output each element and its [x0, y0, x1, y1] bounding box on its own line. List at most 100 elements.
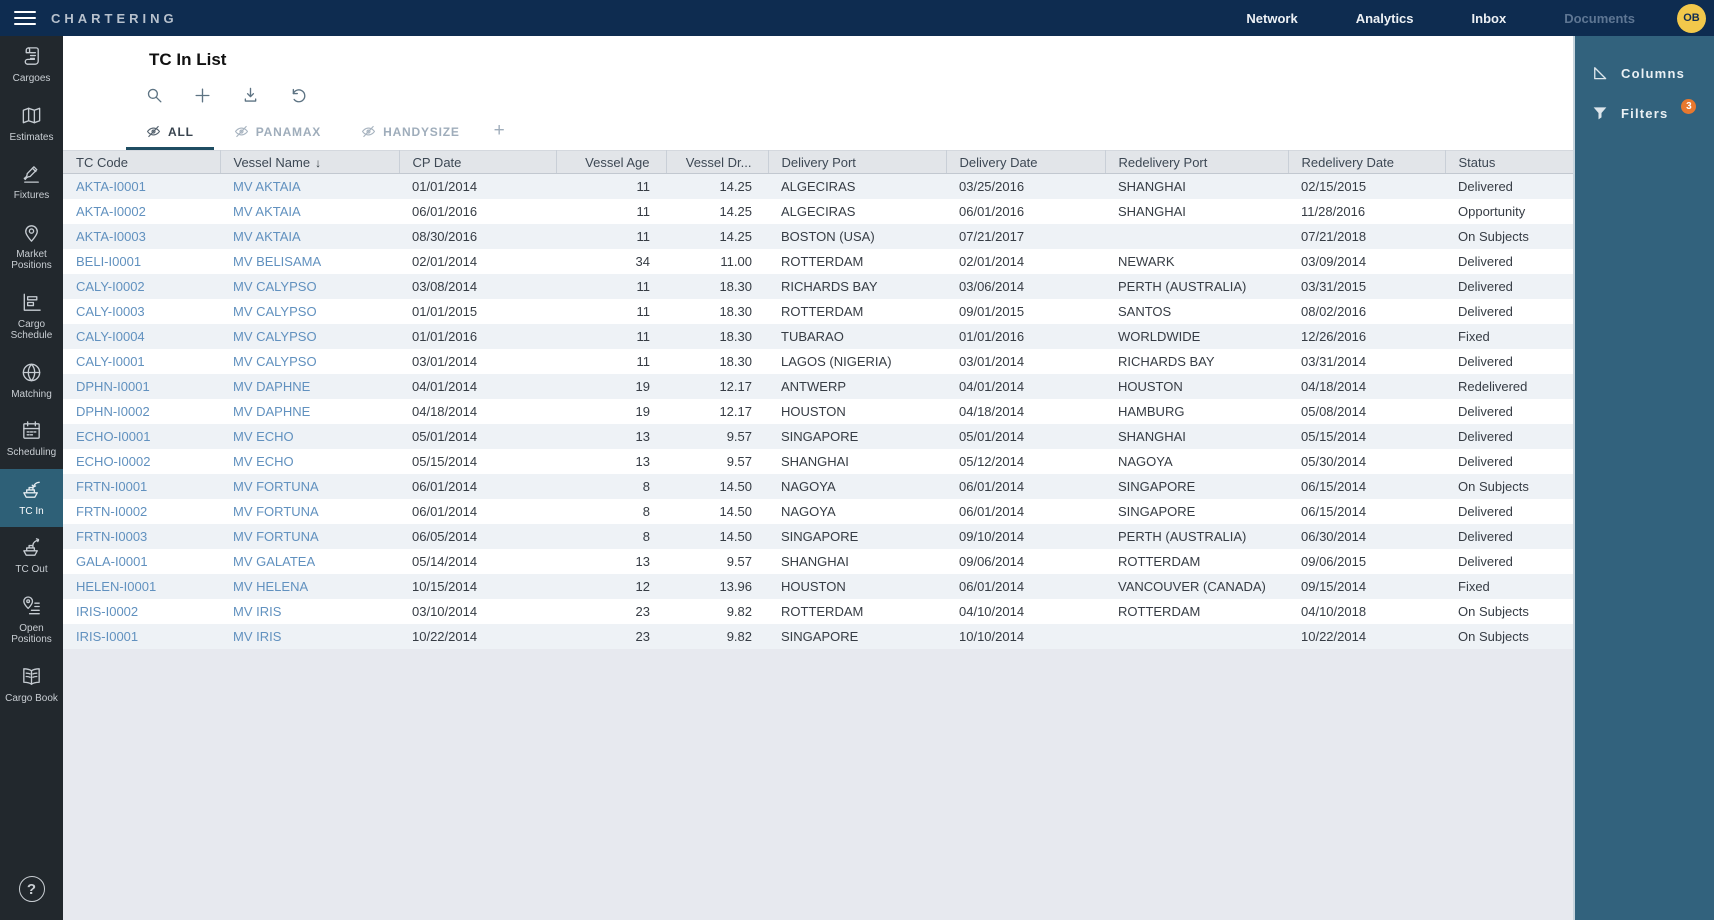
- vessel-name-link[interactable]: MV BELISAMA: [233, 254, 321, 269]
- add-tab-button[interactable]: +: [480, 118, 519, 150]
- tc-code-link[interactable]: CALY-I0003: [76, 304, 145, 319]
- column-header-tc-code[interactable]: TC Code: [63, 151, 220, 174]
- vessel-name-link[interactable]: MV GALATEA: [233, 554, 315, 569]
- tc-code-link[interactable]: BELI-I0001: [76, 254, 141, 269]
- table-row[interactable]: AKTA-I0001MV AKTAIA01/01/20141114.25ALGE…: [63, 174, 1573, 199]
- table-row[interactable]: IRIS-I0002MV IRIS03/10/2014239.82ROTTERD…: [63, 599, 1573, 624]
- table-row[interactable]: CALY-I0001MV CALYPSO03/01/20141118.30LAG…: [63, 349, 1573, 374]
- tc-code-link[interactable]: HELEN-I0001: [76, 579, 156, 594]
- table-row[interactable]: IRIS-I0001MV IRIS10/22/2014239.82SINGAPO…: [63, 624, 1573, 649]
- panel-item-filters[interactable]: Filters3: [1575, 96, 1714, 130]
- cell-delivery-port: SINGAPORE: [768, 524, 946, 549]
- add-button[interactable]: [189, 82, 215, 108]
- table-row[interactable]: CALY-I0002MV CALYPSO03/08/20141118.30RIC…: [63, 274, 1573, 299]
- tc-code-link[interactable]: DPHN-I0002: [76, 404, 150, 419]
- table-row[interactable]: CALY-I0004MV CALYPSO01/01/20161118.30TUB…: [63, 324, 1573, 349]
- vessel-name-link[interactable]: MV FORTUNA: [233, 504, 319, 519]
- vessel-name-link[interactable]: MV ECHO: [233, 454, 294, 469]
- sidebar-item-market-positions[interactable]: Market Positions: [0, 212, 63, 282]
- tc-code-link[interactable]: DPHN-I0001: [76, 379, 150, 394]
- vessel-name-link[interactable]: MV IRIS: [233, 629, 281, 644]
- column-header-vessel-age[interactable]: Vessel Age: [556, 151, 666, 174]
- table-row[interactable]: ECHO-I0002MV ECHO05/15/2014139.57SHANGHA…: [63, 449, 1573, 474]
- column-header-redelivery-date[interactable]: Redelivery Date: [1288, 151, 1445, 174]
- table-row[interactable]: FRTN-I0001MV FORTUNA06/01/2014814.50NAGO…: [63, 474, 1573, 499]
- vessel-name-link[interactable]: MV AKTAIA: [233, 179, 301, 194]
- column-header-delivery-date[interactable]: Delivery Date: [946, 151, 1105, 174]
- vessel-name-link[interactable]: MV AKTAIA: [233, 204, 301, 219]
- top-nav-link-analytics[interactable]: Analytics: [1356, 11, 1414, 26]
- table-row[interactable]: HELEN-I0001MV HELENA10/15/20141213.96HOU…: [63, 574, 1573, 599]
- panel-item-columns[interactable]: Columns: [1575, 56, 1714, 90]
- sidebar-item-cargoes[interactable]: Cargoes: [0, 36, 63, 95]
- cell-redelivery-date: 06/15/2014: [1288, 474, 1445, 499]
- column-header-redelivery-port[interactable]: Redelivery Port: [1105, 151, 1288, 174]
- vessel-name-link[interactable]: MV DAPHNE: [233, 379, 310, 394]
- vessel-name-link[interactable]: MV AKTAIA: [233, 229, 301, 244]
- vessel-name-link[interactable]: MV FORTUNA: [233, 529, 319, 544]
- top-nav-link-network[interactable]: Network: [1246, 11, 1297, 26]
- table-row[interactable]: ECHO-I0001MV ECHO05/01/2014139.57SINGAPO…: [63, 424, 1573, 449]
- column-header-status[interactable]: Status: [1445, 151, 1573, 174]
- tab-all[interactable]: ALL: [126, 118, 214, 150]
- help-icon[interactable]: ?: [19, 876, 45, 902]
- table-row[interactable]: DPHN-I0001MV DAPHNE04/01/20141912.17ANTW…: [63, 374, 1573, 399]
- vessel-name-link[interactable]: MV ECHO: [233, 429, 294, 444]
- table-row[interactable]: BELI-I0001MV BELISAMA02/01/20143411.00RO…: [63, 249, 1573, 274]
- table-row[interactable]: AKTA-I0002MV AKTAIA06/01/20161114.25ALGE…: [63, 199, 1573, 224]
- tc-code-link[interactable]: IRIS-I0002: [76, 604, 138, 619]
- table-row[interactable]: FRTN-I0003MV FORTUNA06/05/2014814.50SING…: [63, 524, 1573, 549]
- tc-code-link[interactable]: FRTN-I0002: [76, 504, 147, 519]
- sidebar-item-cargo-schedule[interactable]: Cargo Schedule: [0, 282, 63, 352]
- tc-code-link[interactable]: CALY-I0004: [76, 329, 145, 344]
- sidebar-item-cargo-book[interactable]: Cargo Book: [0, 656, 63, 715]
- cell-cp-date: 06/01/2014: [399, 499, 556, 524]
- cell-vessel-age: 13: [556, 549, 666, 574]
- user-avatar[interactable]: OB: [1677, 4, 1706, 33]
- sidebar-item-label: Open Positions: [2, 623, 61, 646]
- tc-code-link[interactable]: GALA-I0001: [76, 554, 148, 569]
- sidebar-item-estimates[interactable]: Estimates: [0, 95, 63, 154]
- tab-panamax[interactable]: PANAMAX: [214, 118, 341, 150]
- vessel-name-link[interactable]: MV HELENA: [233, 579, 308, 594]
- sidebar-item-tc-in[interactable]: TC In: [0, 469, 63, 528]
- tab-handysize[interactable]: HANDYSIZE: [341, 118, 480, 150]
- table-row[interactable]: AKTA-I0003MV AKTAIA08/30/20161114.25BOST…: [63, 224, 1573, 249]
- table-row[interactable]: CALY-I0003MV CALYPSO01/01/20151118.30ROT…: [63, 299, 1573, 324]
- tc-code-link[interactable]: AKTA-I0003: [76, 229, 146, 244]
- hamburger-icon[interactable]: [14, 11, 36, 25]
- sidebar-item-fixtures[interactable]: Fixtures: [0, 153, 63, 212]
- column-header-vessel-dr[interactable]: Vessel Dr...: [666, 151, 768, 174]
- reset-button[interactable]: [285, 82, 311, 108]
- tc-code-link[interactable]: ECHO-I0001: [76, 429, 150, 444]
- sidebar-item-open-positions[interactable]: Open Positions: [0, 586, 63, 656]
- tc-code-link[interactable]: CALY-I0001: [76, 354, 145, 369]
- vessel-name-link[interactable]: MV CALYPSO: [233, 304, 317, 319]
- vessel-name-link[interactable]: MV IRIS: [233, 604, 281, 619]
- top-nav-link-inbox[interactable]: Inbox: [1472, 11, 1507, 26]
- column-header-delivery-port[interactable]: Delivery Port: [768, 151, 946, 174]
- tc-code-link[interactable]: FRTN-I0001: [76, 479, 147, 494]
- table-row[interactable]: FRTN-I0002MV FORTUNA06/01/2014814.50NAGO…: [63, 499, 1573, 524]
- column-header-cp-date[interactable]: CP Date: [399, 151, 556, 174]
- vessel-name-link[interactable]: MV CALYPSO: [233, 354, 317, 369]
- download-button[interactable]: [237, 82, 263, 108]
- tc-code-link[interactable]: AKTA-I0001: [76, 179, 146, 194]
- tc-code-link[interactable]: CALY-I0002: [76, 279, 145, 294]
- tc-code-link[interactable]: ECHO-I0002: [76, 454, 150, 469]
- sidebar-item-matching[interactable]: Matching: [0, 352, 63, 411]
- tc-code-link[interactable]: IRIS-I0001: [76, 629, 138, 644]
- tc-code-link[interactable]: FRTN-I0003: [76, 529, 147, 544]
- column-header-vessel-name[interactable]: Vessel Name↓: [220, 151, 399, 174]
- vessel-name-link[interactable]: MV CALYPSO: [233, 279, 317, 294]
- vessel-name-link[interactable]: MV FORTUNA: [233, 479, 319, 494]
- table-row[interactable]: GALA-I0001MV GALATEA05/14/2014139.57SHAN…: [63, 549, 1573, 574]
- top-nav-link-documents[interactable]: Documents: [1564, 11, 1635, 26]
- search-button[interactable]: [141, 82, 167, 108]
- table-row[interactable]: DPHN-I0002MV DAPHNE04/18/20141912.17HOUS…: [63, 399, 1573, 424]
- vessel-name-link[interactable]: MV DAPHNE: [233, 404, 310, 419]
- vessel-name-link[interactable]: MV CALYPSO: [233, 329, 317, 344]
- sidebar-item-tc-out[interactable]: TC Out: [0, 527, 63, 586]
- tc-code-link[interactable]: AKTA-I0002: [76, 204, 146, 219]
- sidebar-item-scheduling[interactable]: Scheduling: [0, 410, 63, 469]
